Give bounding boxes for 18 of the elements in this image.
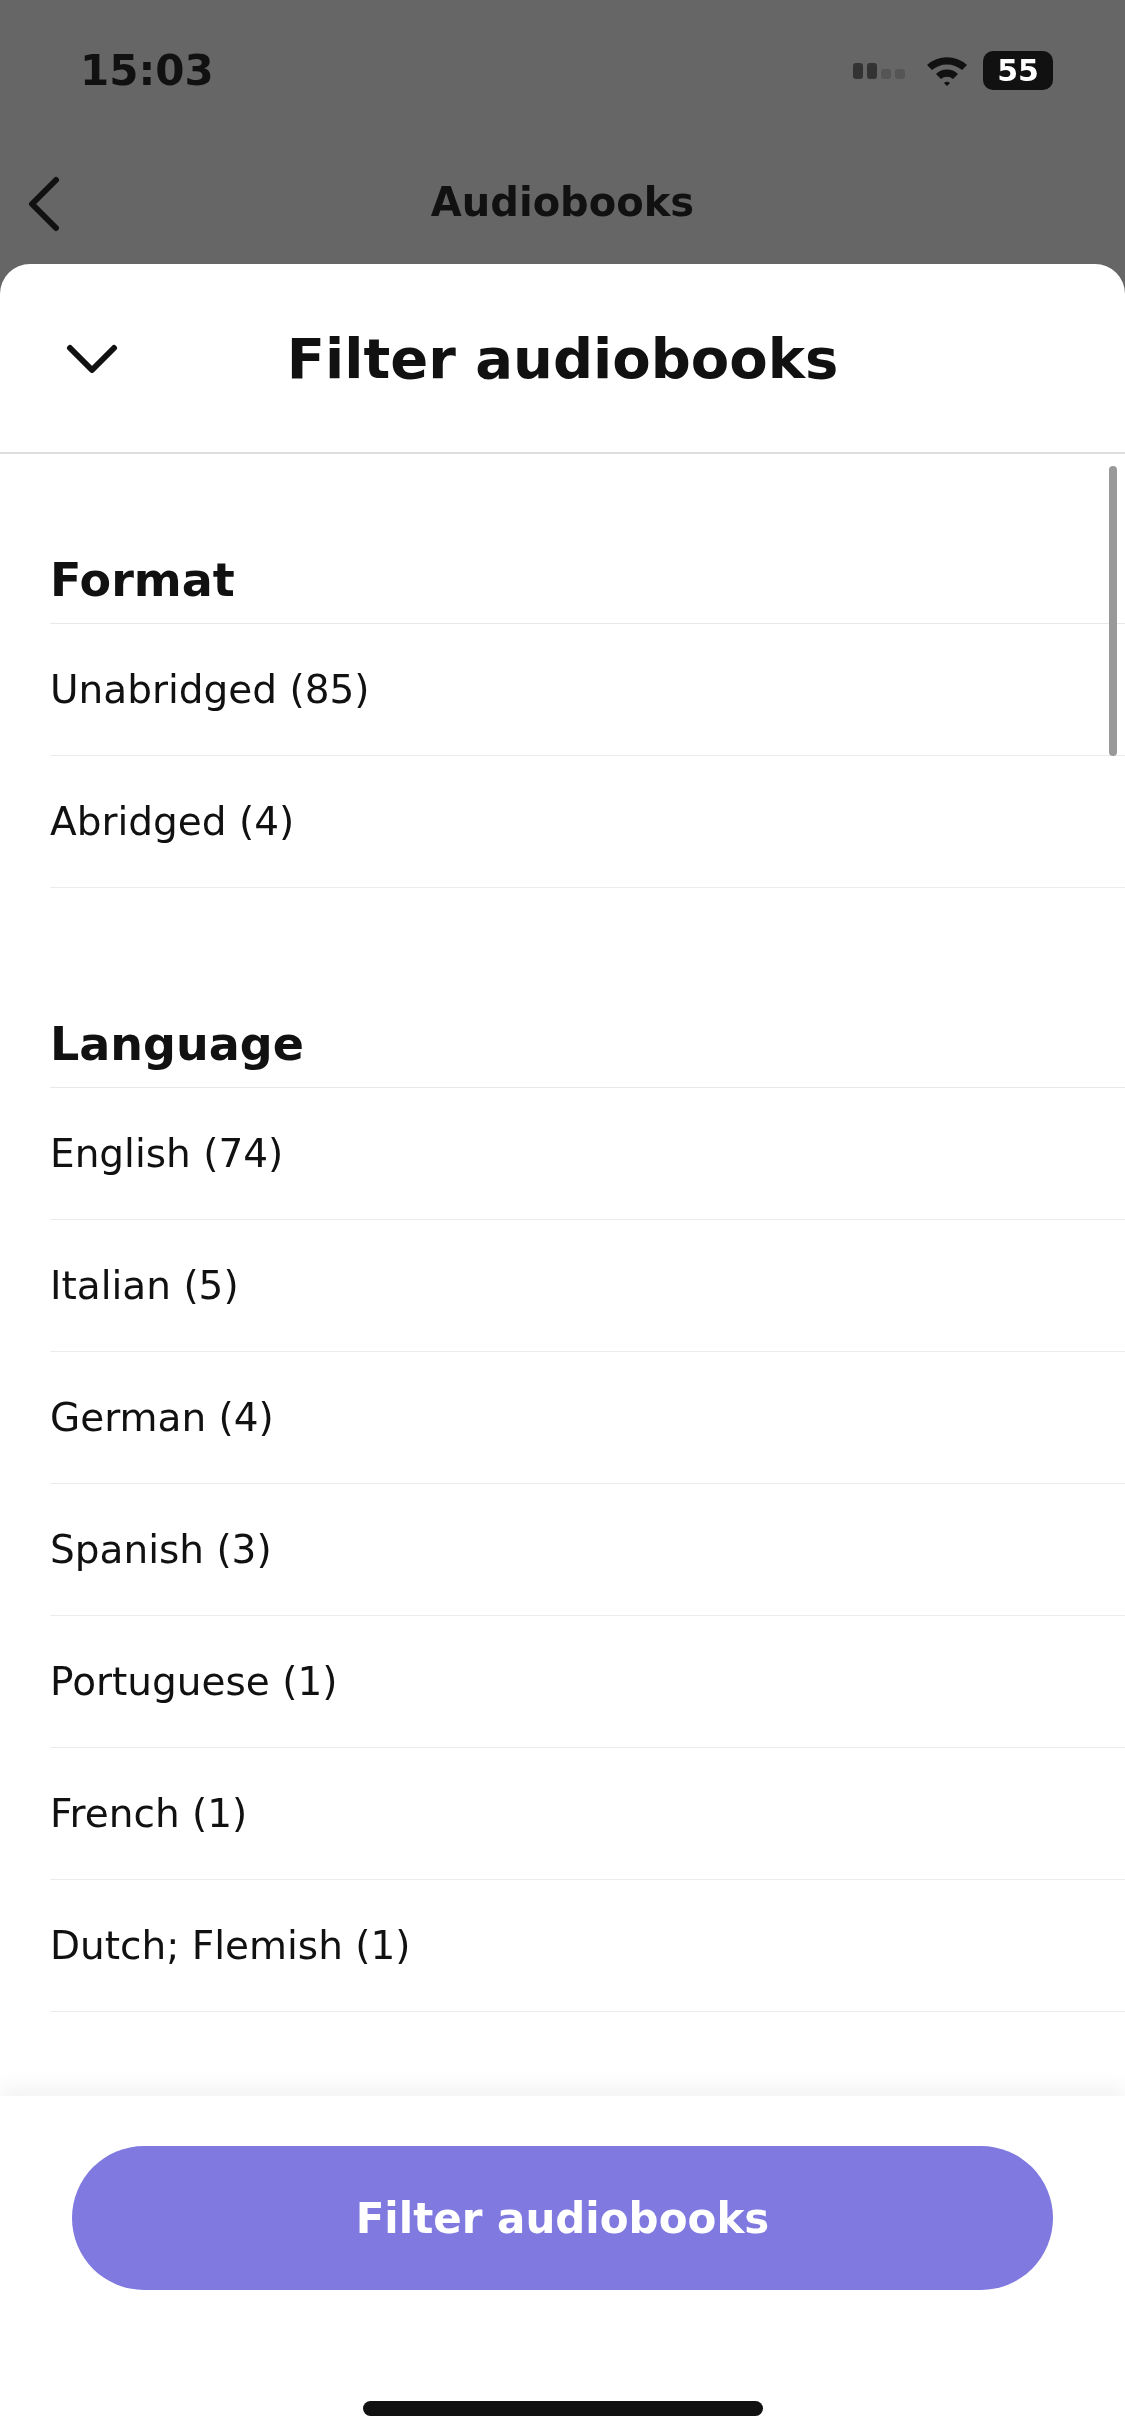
filter-option[interactable]: Abridged (4): [50, 756, 1125, 888]
sheet-title: Filter audiobooks: [286, 325, 839, 391]
filter-option[interactable]: German (4): [50, 1352, 1125, 1484]
section-heading: Language: [50, 1008, 1125, 1088]
battery-indicator: 55: [983, 50, 1053, 90]
filter-option[interactable]: Spanish (3): [50, 1484, 1125, 1616]
filter-option[interactable]: Dutch; Flemish (1): [50, 1880, 1125, 2012]
back-icon[interactable]: [26, 176, 62, 232]
filter-option[interactable]: English (74): [50, 1088, 1125, 1220]
nav-title: Audiobooks: [430, 179, 695, 225]
filter-option[interactable]: French (1): [50, 1748, 1125, 1880]
filter-option[interactable]: Portuguese (1): [50, 1616, 1125, 1748]
filter-button[interactable]: Filter audiobooks: [72, 2146, 1053, 2290]
section-heading: Format: [50, 544, 1125, 624]
chevron-down-icon[interactable]: [66, 344, 118, 374]
filter-option[interactable]: Unabridged (85): [50, 624, 1125, 756]
filter-option[interactable]: Italian (5): [50, 1220, 1125, 1352]
status-time: 15:03: [80, 45, 214, 95]
